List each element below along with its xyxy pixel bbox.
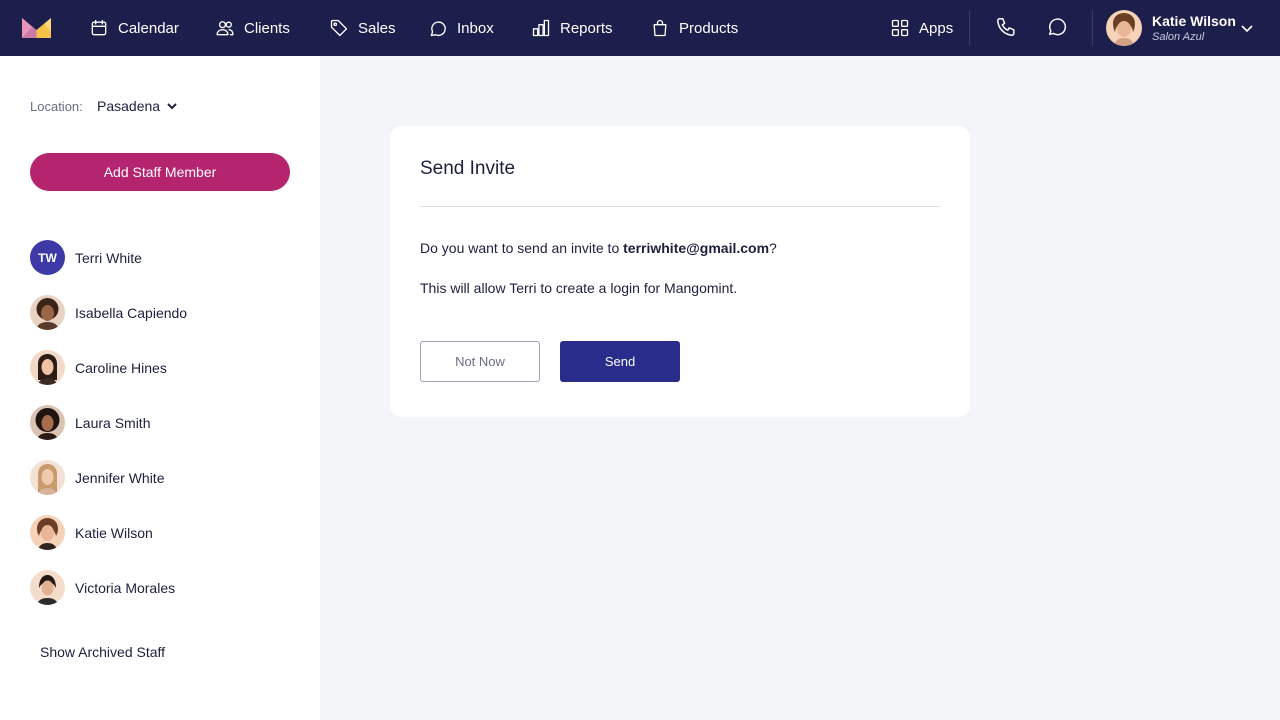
avatar [30, 460, 65, 495]
staff-photo [30, 515, 65, 550]
nav-reports-label: Reports [560, 19, 613, 37]
avatar [30, 405, 65, 440]
staff-sidebar: Location: Pasadena Add Staff Member TW T… [0, 56, 320, 720]
staff-photo [30, 350, 65, 385]
staff-item-isabella-capiendo[interactable]: Isabella Capiendo [30, 285, 290, 340]
user-photo [1106, 10, 1142, 46]
staff-photo [30, 405, 65, 440]
dialog-title: Send Invite [420, 158, 516, 179]
staff-item-katie-wilson[interactable]: Katie Wilson [30, 505, 290, 560]
user-menu-toggle[interactable] [1240, 21, 1254, 35]
staff-photo [30, 460, 65, 495]
staff-photo [30, 295, 65, 330]
send-invite-dialog: Send Invite Do you want to send an invit… [390, 126, 970, 417]
staff-photo [30, 570, 65, 605]
invite-email: terriwhite@gmail.com [623, 240, 770, 256]
nav-products-label: Products [679, 19, 739, 37]
avatar [30, 350, 65, 385]
nav-apps-label: Apps [919, 19, 954, 37]
staff-item-terri-white[interactable]: TW Terri White [30, 230, 290, 285]
location-selector[interactable]: Pasadena [97, 98, 178, 114]
show-archived-staff-link[interactable]: Show Archived Staff [40, 644, 165, 660]
staff-list: TW Terri White Isabella Capiendo Carolin… [30, 230, 290, 615]
avatar-initials: TW [30, 240, 65, 275]
nav-products[interactable]: Products [650, 0, 738, 56]
user-name[interactable]: Katie Wilson [1152, 13, 1236, 29]
nav-divider [969, 10, 970, 46]
apps-grid-icon [891, 19, 909, 37]
nav-clients-label: Clients [244, 19, 290, 37]
staff-name: Katie Wilson [75, 524, 153, 541]
nav-inbox[interactable]: Inbox [428, 0, 494, 56]
invite-description: This will allow Terri to create a login … [420, 280, 738, 296]
users-icon [216, 21, 234, 36]
chevron-down-icon [167, 103, 177, 110]
user-salon: Salon Azul [1152, 31, 1205, 43]
avatar [30, 570, 65, 605]
nav-clients[interactable]: Clients [215, 0, 290, 56]
send-button[interactable]: Send [560, 341, 680, 382]
phone-button[interactable] [995, 16, 1019, 40]
invite-question-prefix: Do you want to send an invite to [420, 240, 624, 256]
top-navigation-bar: Calendar Clients Sales Inbox Reports Pro… [0, 0, 1280, 56]
shopping-bag-icon [653, 19, 667, 37]
nav-inbox-label: Inbox [457, 19, 494, 37]
staff-item-jennifer-white[interactable]: Jennifer White [30, 450, 290, 505]
staff-item-laura-smith[interactable]: Laura Smith [30, 395, 290, 450]
messages-button[interactable] [1046, 16, 1070, 40]
nav-reports[interactable]: Reports [531, 0, 613, 56]
staff-item-victoria-morales[interactable]: Victoria Morales [30, 560, 290, 615]
avatar [30, 295, 65, 330]
chat-bubble-icon [430, 21, 446, 37]
tag-icon [330, 19, 348, 37]
invite-question-suffix: ? [769, 240, 777, 256]
phone-icon [997, 18, 1015, 36]
staff-name: Isabella Capiendo [75, 304, 188, 321]
not-now-button[interactable]: Not Now [420, 341, 540, 382]
staff-name: Victoria Morales [75, 579, 176, 596]
staff-name: Terri White [75, 249, 142, 266]
mangomint-logo-icon[interactable] [22, 18, 51, 38]
avatar [30, 515, 65, 550]
location-label: Location: [30, 99, 83, 114]
nav-calendar[interactable]: Calendar [89, 0, 179, 56]
calendar-icon [91, 19, 107, 36]
add-staff-member-button[interactable]: Add Staff Member [30, 153, 290, 191]
staff-name: Caroline Hines [75, 359, 167, 376]
staff-name: Laura Smith [75, 414, 151, 431]
nav-sales-label: Sales [358, 19, 396, 37]
chevron-down-icon [1241, 25, 1253, 33]
nav-sales[interactable]: Sales [329, 0, 396, 56]
user-avatar[interactable] [1106, 10, 1142, 46]
nav-apps[interactable]: Apps [890, 0, 953, 56]
invite-question: Do you want to send an invite to terriwh… [420, 240, 777, 256]
staff-item-caroline-hines[interactable]: Caroline Hines [30, 340, 290, 395]
staff-name: Jennifer White [75, 469, 165, 486]
nav-calendar-label: Calendar [118, 19, 179, 37]
divider [420, 206, 940, 207]
location-value: Pasadena [97, 98, 161, 114]
nav-divider [1092, 10, 1093, 46]
message-circle-icon [1048, 18, 1067, 36]
bar-chart-icon [532, 19, 550, 37]
